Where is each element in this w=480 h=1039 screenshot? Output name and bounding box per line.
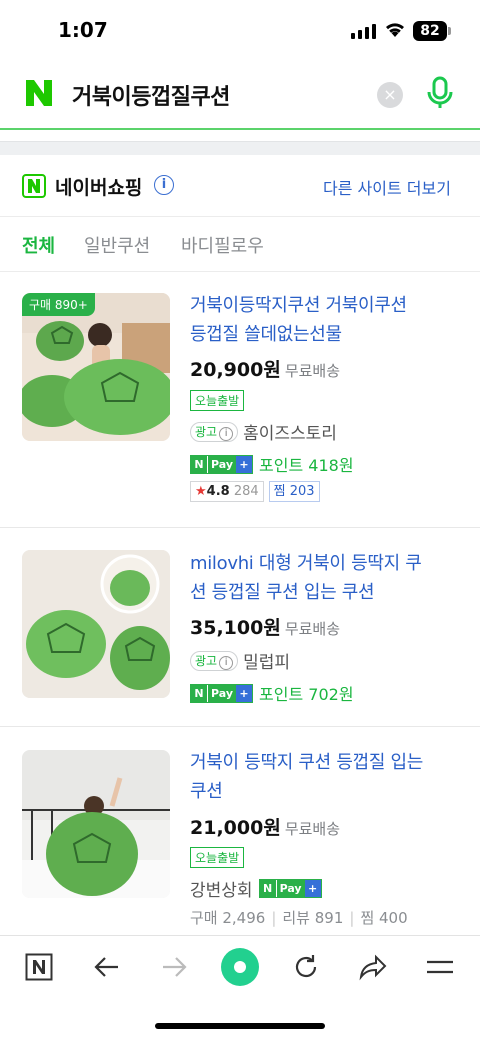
rating-value: 4.8 xyxy=(206,484,230,499)
search-input[interactable]: 거북이등껍질쿠션 xyxy=(72,79,230,111)
product-title[interactable]: 거북이등딱지쿠션 거북이쿠션 등껍질 쓸데없는선물 xyxy=(190,291,462,349)
product-title[interactable]: 거북이 등딱지 쿠션 등껍질 입는 쿠션 xyxy=(190,748,462,806)
info-icon[interactable]: i xyxy=(154,175,174,195)
today-ship-tag: 오늘출발 xyxy=(190,847,245,868)
review-count: 284 xyxy=(233,484,259,499)
more-sites-link[interactable]: 다른 사이트 더보기 xyxy=(323,175,451,199)
home-n-icon[interactable] xyxy=(25,953,53,981)
green-dot-icon[interactable] xyxy=(220,947,260,987)
naver-logo-icon[interactable] xyxy=(24,78,54,108)
shopping-title: 네이버쇼핑 xyxy=(55,177,143,199)
seller-row: 광고 i 홈이즈스토리 xyxy=(190,419,337,444)
product-price: 21,000원 무료배송 xyxy=(190,813,340,840)
price-value: 21,000원 xyxy=(190,817,281,839)
product-image[interactable] xyxy=(22,750,170,898)
npay-pay: Pay xyxy=(207,684,237,702)
npay-plus: + xyxy=(304,880,321,897)
npay-pay: Pay xyxy=(207,455,237,473)
battery-icon: 82 xyxy=(413,21,451,41)
home-indicator xyxy=(155,1023,325,1029)
price-value: 20,900원 xyxy=(190,359,281,381)
npay-badge-icon: N Pay + xyxy=(190,683,254,703)
forward-arrow-icon[interactable] xyxy=(160,953,188,981)
npay-plus: + xyxy=(236,684,253,702)
ad-label: 광고 xyxy=(195,653,218,668)
product-title-line: 거북이등딱지쿠션 거북이쿠션 xyxy=(190,295,407,316)
status-bar: 1:07 82 xyxy=(0,0,480,62)
review-count: 리뷰 891 xyxy=(282,909,344,927)
microphone-icon[interactable] xyxy=(424,76,456,110)
npay-plus: + xyxy=(236,455,253,473)
purchase-count: 구매 2,496 xyxy=(190,909,266,927)
seller-name[interactable]: 홈이즈스토리 xyxy=(243,419,337,444)
seller-row: 강변상회 N Pay + xyxy=(190,876,322,901)
seller-name[interactable]: 강변상회 xyxy=(190,876,253,901)
star-icon: ★ xyxy=(195,484,207,499)
product-price: 35,100원 무료배송 xyxy=(190,613,340,640)
shipping-label: 무료배송 xyxy=(284,362,341,380)
npay-row: N Pay + 포인트 702원 xyxy=(190,681,354,705)
seller-row: 광고 i 밀럽피 xyxy=(190,648,290,673)
product-image[interactable]: 구매 890+ xyxy=(22,293,170,441)
ad-label: 광고 xyxy=(195,424,218,439)
ad-badge[interactable]: 광고 i xyxy=(190,421,239,442)
npay-pay: Pay xyxy=(275,880,305,897)
shipping-label: 무료배송 xyxy=(284,620,341,638)
tab-body-pillow[interactable]: 바디필로우 xyxy=(181,232,264,258)
rating-chip: ★4.8 284 xyxy=(190,481,264,502)
menu-icon[interactable] xyxy=(426,953,454,981)
npay-n: N xyxy=(191,684,207,702)
search-underline xyxy=(0,128,480,130)
product-title-line: 등껍질 쓸데없는선물 xyxy=(190,324,342,345)
product-price: 20,900원 무료배송 xyxy=(190,355,340,382)
product-title-line: 쿠션 xyxy=(190,781,223,802)
zzim-chip: 찜 203 xyxy=(268,481,320,502)
status-time: 1:07 xyxy=(58,18,108,42)
today-ship-tag: 오늘출발 xyxy=(190,390,245,411)
tab-all[interactable]: 전체 xyxy=(22,232,55,258)
ad-info-icon: i xyxy=(219,655,234,670)
point-amount: 포인트 418원 xyxy=(259,456,354,475)
ad-badge[interactable]: 광고 i xyxy=(190,650,239,671)
tab-normal-cushion[interactable]: 일반쿠션 xyxy=(84,232,150,258)
purchase-count-badge: 구매 890+ xyxy=(22,293,95,316)
npay-row: N Pay + 포인트 418원 xyxy=(190,452,354,476)
wifi-icon xyxy=(386,23,404,37)
product-title[interactable]: milovhi 대형 거북이 등딱지 쿠 션 등껍질 쿠션 입는 쿠션 xyxy=(190,549,462,607)
ad-info-icon: i xyxy=(219,426,234,441)
naver-shopping-logo-icon xyxy=(22,174,46,198)
product-title-line: 션 등껍질 쿠션 입는 쿠션 xyxy=(190,582,375,603)
price-value: 35,100원 xyxy=(190,617,281,639)
clear-search-icon[interactable]: × xyxy=(377,82,403,108)
back-arrow-icon[interactable] xyxy=(93,953,121,981)
zzim-count: 찜 400 xyxy=(360,909,408,927)
refresh-icon[interactable] xyxy=(292,953,320,981)
share-icon[interactable] xyxy=(358,953,388,981)
npay-n: N xyxy=(191,455,207,473)
cellular-signal-icon xyxy=(351,24,376,39)
product-stats: 구매 2,496 | 리뷰 891 | 찜 400 xyxy=(190,909,408,927)
product-image[interactable] xyxy=(22,550,170,698)
section-divider xyxy=(0,141,480,155)
seller-name[interactable]: 밀럽피 xyxy=(243,648,290,673)
product-title-line: milovhi 대형 거북이 등딱지 쿠 xyxy=(190,553,422,574)
npay-badge-icon: N Pay + xyxy=(258,879,322,898)
rating-chips: ★4.8 284 찜 203 xyxy=(190,481,320,502)
npay-n: N xyxy=(259,880,276,897)
product-title-line: 거북이 등딱지 쿠션 등껍질 입는 xyxy=(190,752,424,773)
shipping-label: 무료배송 xyxy=(284,820,341,838)
npay-badge-icon: N Pay + xyxy=(190,454,254,474)
point-amount: 포인트 702원 xyxy=(259,685,354,704)
search-bar: 거북이등껍질쿠션 × xyxy=(0,62,480,128)
